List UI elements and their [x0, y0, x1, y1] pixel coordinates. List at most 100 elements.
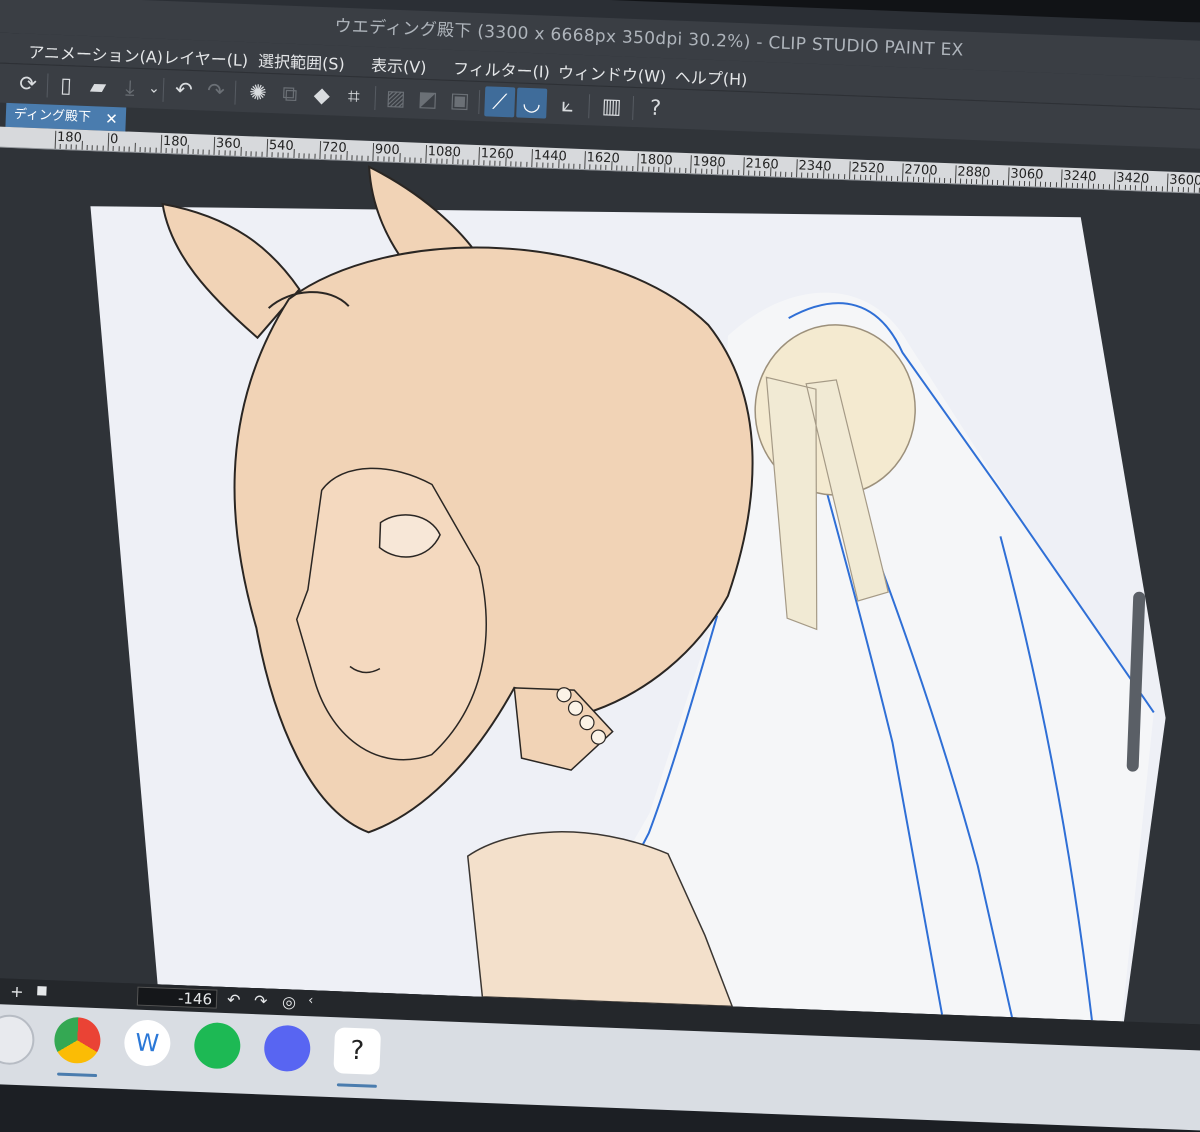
ruler-label: 1980: [692, 154, 726, 170]
ruler-tick: [706, 169, 707, 174]
ruler-tick: [351, 155, 352, 160]
ruler-tick: [203, 149, 204, 154]
close-icon[interactable]: ✕: [105, 107, 118, 131]
menu-view[interactable]: 表示(V): [371, 52, 427, 78]
reset-rotation-icon[interactable]: ◎: [282, 992, 297, 1012]
ruler-tick: [457, 159, 458, 164]
fit-icon[interactable]: ■: [36, 983, 48, 997]
rotate-left-icon[interactable]: ↶: [227, 990, 241, 1010]
open-folder-icon[interactable]: ▰: [82, 71, 113, 102]
ruler-tick: [870, 175, 871, 180]
ruler-tick: [330, 154, 331, 159]
rotation-input[interactable]: -146: [137, 987, 218, 1009]
ruler-tick: [966, 179, 967, 184]
app-icon[interactable]: ⟳: [13, 68, 44, 99]
grid-snap-icon[interactable]: ⟀: [552, 89, 583, 120]
ruler-label: 1800: [639, 152, 673, 168]
ruler-tick: [86, 145, 87, 150]
ruler-tick: [823, 169, 824, 178]
ruler-label: 2880: [957, 164, 991, 180]
fill-icon[interactable]: ◆: [306, 79, 337, 110]
help-icon[interactable]: ?: [640, 92, 671, 123]
redo-icon[interactable]: ↷: [200, 75, 231, 106]
clip-studio-icon[interactable]: [0, 1014, 35, 1066]
ruler-tick: [251, 151, 252, 156]
menu-selection[interactable]: 選択範囲(S): [258, 48, 346, 75]
ruler-tick: [1071, 183, 1072, 188]
transform-icon[interactable]: ⧉: [274, 78, 305, 109]
chevron-down-icon[interactable]: ⌄: [138, 73, 169, 104]
ruler-tick: [658, 167, 659, 172]
ruler-tick: [1018, 181, 1019, 186]
ruler-tick: [404, 157, 405, 162]
menu-help[interactable]: ヘルプ(H): [674, 64, 747, 91]
loading-icon[interactable]: ✺: [242, 77, 273, 108]
ruler-tick: [235, 151, 236, 156]
ruler-label: 2700: [904, 162, 938, 178]
ruler-tick: [1124, 185, 1125, 190]
ruler-tick: [176, 148, 177, 153]
ruler-tick: [378, 156, 379, 161]
ruler-tick: [272, 152, 273, 157]
ruler-tick: [950, 178, 951, 183]
ruler-tick: [1093, 184, 1094, 189]
ruler-tick: [441, 159, 442, 164]
ruler-snap-icon[interactable]: ⟋: [484, 86, 515, 117]
ruler-tick: [229, 150, 230, 155]
ruler-tick: [123, 146, 124, 151]
word-icon[interactable]: W: [123, 1019, 171, 1067]
chevron-left-icon[interactable]: ‹: [308, 993, 314, 1008]
new-file-icon[interactable]: ▯: [51, 70, 82, 101]
ruler-tick: [918, 177, 919, 182]
spotify-icon[interactable]: [193, 1022, 241, 1070]
ruler-tick: [801, 172, 802, 177]
selection-border-icon[interactable]: ▣: [444, 85, 475, 116]
ruler-tick: [1193, 184, 1194, 193]
ruler-tick: [844, 174, 845, 179]
crop-icon[interactable]: ⌗: [338, 81, 369, 112]
zoom-in-button[interactable]: +: [10, 982, 24, 1002]
smartphone-icon[interactable]: ▥: [596, 91, 627, 122]
clear-selection-icon[interactable]: ▨: [380, 82, 411, 113]
ruler-tick: [187, 145, 188, 154]
menu-window[interactable]: ウィンドウ(W): [558, 59, 667, 87]
ruler-tick: [499, 161, 500, 166]
ruler-tick: [727, 170, 728, 175]
menu-layer[interactable]: レイヤー(L): [163, 44, 249, 71]
ruler-tick: [1183, 187, 1184, 192]
menu-filter[interactable]: フィルター(I): [453, 55, 551, 83]
ruler-tick: [876, 171, 877, 180]
ruler-tick: [65, 144, 66, 149]
ruler-tick: [134, 143, 135, 152]
toolbar-divider: [632, 96, 634, 120]
ruler-tick: [981, 175, 982, 184]
artboard[interactable]: [0, 147, 1200, 1026]
ruler-tick: [1077, 183, 1078, 188]
invert-selection-icon[interactable]: ◩: [412, 83, 443, 114]
special-ruler-icon[interactable]: ◡: [516, 87, 547, 118]
ruler-tick: [552, 163, 553, 168]
ruler-tick: [298, 153, 299, 158]
ruler-tick: [574, 164, 575, 169]
ruler-tick: [764, 171, 765, 176]
discord-icon[interactable]: [263, 1025, 311, 1073]
ruler-tick: [680, 168, 681, 173]
ruler-tick: [542, 162, 543, 167]
ruler-tick: [436, 158, 437, 163]
clip-studio-paint-icon[interactable]: ?: [333, 1027, 381, 1075]
ruler-tick: [886, 176, 887, 181]
ruler-tick: [590, 164, 591, 169]
undo-icon[interactable]: ↶: [168, 74, 199, 105]
toolbar-divider: [588, 94, 590, 118]
ruler-tick: [891, 176, 892, 181]
ruler-tick: [219, 150, 220, 155]
canvas-workspace[interactable]: [0, 147, 1200, 1026]
ruler-label: 1260: [480, 146, 514, 162]
document-tab-label: ディング殿下: [14, 107, 92, 125]
chrome-icon[interactable]: [54, 1016, 102, 1064]
ruler-tick: [881, 176, 882, 181]
ruler-tick: [240, 147, 241, 156]
ruler-label: 1440: [533, 148, 567, 164]
ruler-tick: [785, 172, 786, 177]
rotate-right-icon[interactable]: ↷: [254, 991, 268, 1011]
